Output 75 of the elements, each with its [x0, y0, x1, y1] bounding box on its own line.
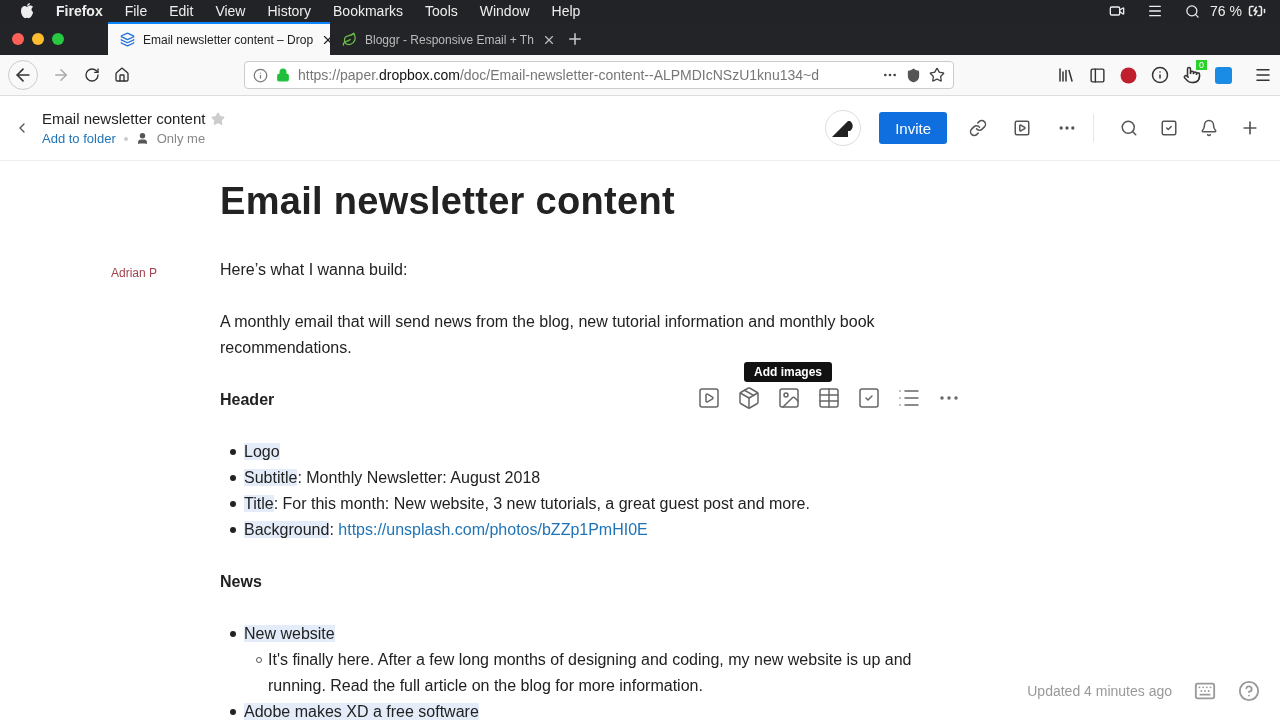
info-icon: [253, 67, 268, 83]
menu-item[interactable]: Window: [479, 3, 530, 19]
bullet-icon: [230, 631, 236, 637]
doc-title: Email newsletter content: [42, 110, 206, 127]
link-icon[interactable]: [969, 119, 987, 137]
info-icon[interactable]: [1151, 66, 1169, 84]
separator-dot: [123, 136, 128, 141]
search-icon[interactable]: [1120, 119, 1138, 137]
image-icon[interactable]: [777, 386, 801, 410]
person-icon: [135, 132, 149, 145]
checklist-icon[interactable]: [1160, 119, 1178, 137]
reload-icon[interactable]: [84, 67, 100, 83]
layers-icon: [120, 32, 135, 47]
home-icon[interactable]: [114, 67, 130, 83]
close-window-button[interactable]: [12, 32, 24, 45]
shield-icon[interactable]: [906, 67, 921, 83]
minimize-window-button[interactable]: [32, 32, 44, 45]
menu-item[interactable]: Tools: [425, 3, 458, 19]
browser-tab[interactable]: Email newsletter content – Drop: [108, 22, 330, 55]
menu-item[interactable]: Edit: [169, 3, 194, 19]
lock-icon: [276, 68, 290, 82]
menu-item[interactable]: Bookmarks: [333, 3, 404, 19]
table-icon[interactable]: [817, 386, 841, 410]
present-icon[interactable]: [1013, 119, 1031, 137]
sidebar-icon[interactable]: [1089, 66, 1106, 84]
section-heading: News: [220, 572, 262, 592]
camera-icon: [1109, 3, 1126, 19]
list-item: Title: For this month: New website, 3 new tutorials, a great guest post and more.: [244, 495, 810, 512]
package-icon[interactable]: [737, 386, 761, 410]
add-to-folder-link[interactable]: Add to folder: [42, 131, 116, 146]
extension-icon[interactable]: [1120, 66, 1137, 84]
list-item: Background: https://unsplash.com/photos/bZZp1PmHI0E: [244, 521, 648, 538]
sharing-label: Only me: [156, 131, 206, 146]
list-item: It's finally here. After a few long months of designing and coding, my new website is up and running. Read the full article on the blog for more information.: [268, 651, 912, 694]
updated-status: Updated 4 minutes ago: [1027, 683, 1172, 699]
list-item: New website: [244, 625, 335, 642]
keyboard-icon[interactable]: [1194, 680, 1216, 702]
menu-item[interactable]: File: [124, 3, 148, 19]
section-heading: Header: [220, 390, 275, 410]
browser-tab[interactable]: Bloggr - Responsive Email + Th: [330, 22, 552, 55]
extension-badge: 0: [1196, 60, 1207, 70]
menu-item[interactable]: History: [267, 3, 312, 19]
address-field[interactable]: https://paper.dropbox.com/doc/Email-newsletter-content--ALPMDIcNSzU1knu134~d: [244, 61, 954, 89]
bullet-icon: [230, 475, 236, 481]
notifications-icon[interactable]: [1200, 119, 1218, 137]
bullet-icon: [230, 501, 236, 507]
video-icon[interactable]: [697, 386, 721, 410]
bullet-icon: [230, 527, 236, 533]
document-title: Email newsletter content: [220, 179, 676, 224]
menu-item[interactable]: View: [215, 3, 246, 19]
menu-item[interactable]: Help: [551, 3, 581, 19]
help-icon[interactable]: [1238, 680, 1260, 702]
link[interactable]: https://unsplash.com/photos/bZZp1PmHI0E: [338, 521, 648, 538]
apple-icon: [20, 3, 34, 19]
star-icon[interactable]: [929, 67, 945, 83]
paragraph: Here’s what I wanna build:: [220, 260, 409, 280]
paragraph: A monthly email that will send news from the blog, new tutorial information and monthly book recommendations.: [220, 312, 876, 358]
search-icon: [1185, 3, 1201, 19]
list-item: Logo: [244, 443, 280, 460]
bullet-icon: [230, 449, 236, 455]
leaf-icon: [342, 32, 357, 47]
app-icon[interactable]: [1215, 66, 1232, 84]
list-icon: [1147, 3, 1164, 19]
checkbox-icon[interactable]: [857, 386, 881, 410]
menu-item[interactable]: Firefox: [56, 3, 103, 19]
list-item: Subtitle: Monthly Newsletter: August 2018: [244, 469, 541, 486]
tooltip: Add images: [744, 362, 832, 382]
zoom-window-button[interactable]: [52, 32, 64, 45]
author-name: Adrian P: [111, 266, 158, 280]
list-item: Adobe makes XD a free software: [244, 703, 479, 720]
invite-button[interactable]: Invite: [879, 112, 947, 144]
bullet-icon: [230, 709, 236, 715]
library-icon[interactable]: [1057, 66, 1075, 84]
menu-icon[interactable]: [1254, 66, 1272, 84]
battery-percentage: 76 %: [1210, 3, 1242, 19]
